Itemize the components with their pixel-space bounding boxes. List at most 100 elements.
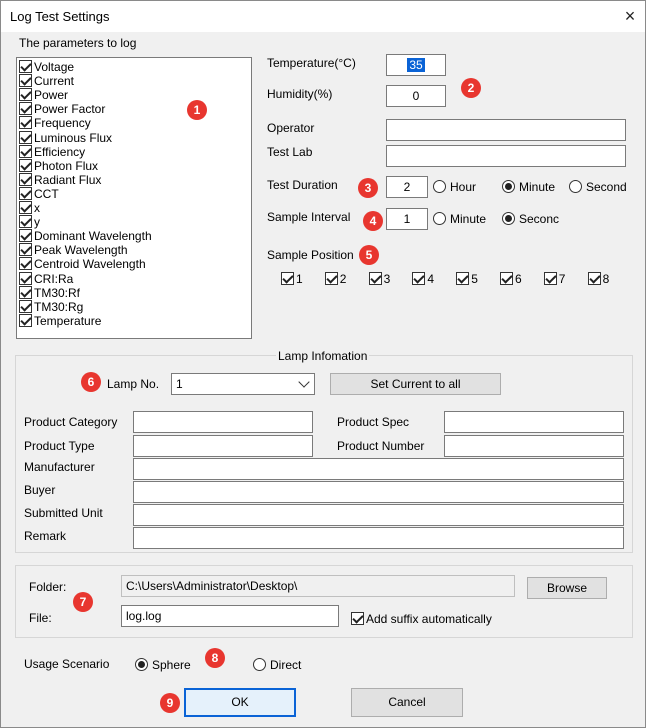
- checkbox-checked-icon[interactable]: [19, 229, 32, 243]
- duration-minute-radio[interactable]: Minute: [502, 180, 555, 194]
- param-item[interactable]: Temperature: [19, 313, 101, 328]
- checkbox-checked-icon[interactable]: [19, 285, 32, 299]
- file-name-input[interactable]: log.log: [121, 605, 339, 627]
- product-spec-input[interactable]: [444, 411, 624, 433]
- checkbox-checked-icon[interactable]: [19, 144, 32, 158]
- param-item[interactable]: Photon Flux: [19, 158, 98, 173]
- sample-position-5-checkbox[interactable]: 5: [456, 272, 478, 286]
- add-suffix-checkbox[interactable]: Add suffix automatically: [351, 612, 492, 626]
- checkbox-checked-icon[interactable]: [19, 116, 32, 130]
- interval-second-radio[interactable]: Seconc: [502, 212, 559, 226]
- checkbox-checked-icon[interactable]: [19, 186, 32, 200]
- param-item[interactable]: y: [19, 215, 40, 229]
- radio-icon: [433, 212, 446, 225]
- humidity-input[interactable]: 0: [386, 85, 446, 107]
- radio-icon: [433, 180, 446, 193]
- sample-position-label: 6: [515, 272, 522, 286]
- param-item[interactable]: Radiant Flux: [19, 172, 102, 187]
- temperature-input[interactable]: 35: [386, 54, 446, 76]
- lamp-info-title: Lamp Infomation: [276, 349, 370, 363]
- cancel-button[interactable]: Cancel: [351, 688, 463, 717]
- product-type-input[interactable]: [133, 435, 313, 457]
- buyer-input[interactable]: [133, 481, 624, 503]
- folder-path-input[interactable]: C:\Users\Administrator\Desktop\: [121, 575, 515, 597]
- param-item[interactable]: CRI:Ra: [19, 271, 73, 286]
- annotation-badge-7: 7: [73, 592, 93, 612]
- param-item[interactable]: Frequency: [19, 116, 91, 130]
- duration-hour-radio[interactable]: Hour: [433, 180, 476, 194]
- sample-position-7-checkbox[interactable]: 7: [543, 272, 566, 286]
- param-item[interactable]: CCT: [19, 186, 59, 201]
- checkbox-checked-icon: [456, 272, 470, 285]
- param-item[interactable]: Peak Wavelength: [19, 243, 128, 257]
- checkbox-checked-icon[interactable]: [19, 130, 32, 144]
- checkbox-checked-icon: [368, 272, 382, 285]
- param-item[interactable]: TM30:Rg: [19, 299, 83, 314]
- checkbox-checked-icon[interactable]: [19, 172, 32, 186]
- lamp-no-select[interactable]: 1: [171, 373, 315, 395]
- checkbox-checked-icon[interactable]: [19, 271, 32, 285]
- checkbox-checked-icon[interactable]: [19, 215, 32, 229]
- sample-position-2-checkbox[interactable]: 2: [324, 272, 347, 286]
- checkbox-checked-icon: [412, 272, 426, 285]
- param-item-label: CCT: [34, 186, 59, 201]
- radio-icon: [569, 180, 582, 193]
- product-category-input[interactable]: [133, 411, 313, 433]
- set-current-to-all-button[interactable]: Set Current to all: [330, 373, 501, 395]
- param-item[interactable]: x: [19, 201, 40, 215]
- sample-position-3-checkbox[interactable]: 3: [368, 272, 390, 286]
- param-item-label: Radiant Flux: [34, 172, 102, 187]
- manufacturer-label: Manufacturer: [24, 460, 95, 474]
- checkbox-checked-icon: [543, 272, 557, 285]
- close-icon[interactable]: ×: [619, 5, 641, 27]
- param-item[interactable]: TM30:Rf: [19, 285, 80, 300]
- temperature-label: Temperature(°C): [267, 56, 356, 70]
- sample-position-label: 7: [558, 272, 566, 286]
- param-item[interactable]: Centroid Wavelength: [19, 257, 146, 271]
- param-item-label: Dominant Wavelength: [34, 229, 152, 244]
- test-lab-label: Test Lab: [267, 145, 313, 159]
- product-spec-label: Product Spec: [337, 415, 410, 429]
- usage-direct-radio[interactable]: Direct: [253, 658, 301, 672]
- checkbox-checked-icon[interactable]: [19, 60, 32, 73]
- annotation-badge-6: 6: [81, 372, 101, 392]
- checkbox-checked-icon[interactable]: [19, 201, 32, 214]
- checkbox-checked-icon[interactable]: [19, 313, 32, 327]
- ok-button[interactable]: OK: [184, 688, 296, 717]
- sample-position-6-checkbox[interactable]: 6: [500, 272, 522, 286]
- sample-position-8-checkbox[interactable]: 8: [587, 272, 609, 286]
- param-item[interactable]: Voltage: [19, 60, 74, 74]
- sample-interval-input[interactable]: 1: [386, 208, 428, 230]
- parameters-listbox[interactable]: Voltage Current Power Power Factor Frequency…: [16, 57, 252, 339]
- browse-button[interactable]: Browse: [527, 577, 607, 599]
- test-lab-input[interactable]: [386, 145, 626, 167]
- param-item[interactable]: Efficiency: [19, 144, 85, 159]
- duration-second-radio[interactable]: Second: [569, 180, 627, 194]
- checkbox-checked-icon[interactable]: [19, 257, 32, 271]
- remark-input[interactable]: [133, 527, 624, 549]
- product-number-input[interactable]: [444, 435, 624, 457]
- param-item[interactable]: Current: [19, 74, 74, 88]
- manufacturer-input[interactable]: [133, 458, 624, 480]
- radio-selected-icon: [502, 212, 515, 225]
- param-item[interactable]: Luminous Flux: [19, 130, 112, 145]
- sample-position-label: 2: [339, 272, 347, 286]
- interval-minute-radio[interactable]: Minute: [433, 212, 486, 226]
- test-duration-input[interactable]: 2: [386, 176, 428, 198]
- checkbox-checked-icon[interactable]: [19, 74, 32, 88]
- checkbox-checked-icon[interactable]: [19, 243, 32, 257]
- param-item[interactable]: Dominant Wavelength: [19, 229, 152, 243]
- sample-position-1-checkbox[interactable]: 1: [281, 272, 303, 286]
- submitted-unit-input[interactable]: [133, 504, 624, 526]
- annotation-badge-4: 4: [363, 211, 383, 231]
- param-item[interactable]: Power: [19, 88, 68, 102]
- sample-position-label: 5: [471, 272, 478, 286]
- checkbox-checked-icon[interactable]: [19, 158, 32, 172]
- checkbox-checked-icon[interactable]: [19, 299, 32, 313]
- usage-sphere-radio[interactable]: Sphere: [135, 658, 191, 672]
- operator-input[interactable]: [386, 119, 626, 141]
- param-item[interactable]: Power Factor: [19, 102, 105, 116]
- sample-position-4-checkbox[interactable]: 4: [412, 272, 434, 286]
- checkbox-checked-icon[interactable]: [19, 102, 32, 116]
- checkbox-checked-icon[interactable]: [19, 88, 32, 102]
